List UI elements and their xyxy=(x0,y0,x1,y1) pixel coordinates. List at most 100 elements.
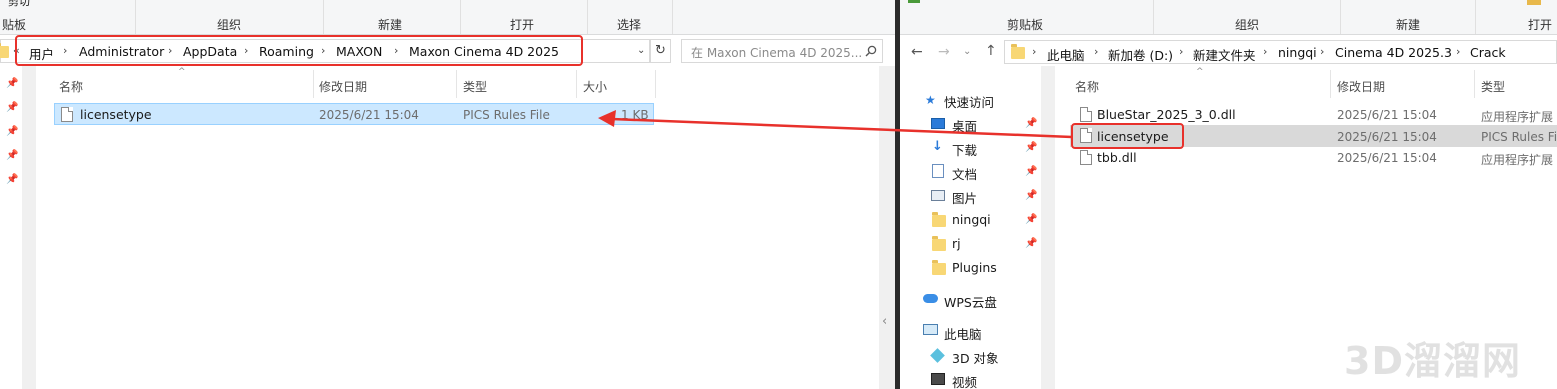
column-date[interactable]: 修改日期 xyxy=(1337,78,1385,95)
ribbon-group-clipboard: 贴板 xyxy=(2,18,27,32)
ribbon-group-clipboard: 剪贴板 xyxy=(1007,18,1044,32)
crumb-ningqi[interactable]: ningqi xyxy=(1278,45,1317,60)
table-row[interactable]: licensetype 2025/6/21 15:04 PICS Rules F… xyxy=(54,103,654,125)
table-row[interactable]: tbb.dll 2025/6/21 15:04 应用程序扩展 xyxy=(1070,147,1557,168)
ribbon-separator xyxy=(1475,0,1476,34)
drag-arrow xyxy=(598,110,1073,139)
crumb-crack[interactable]: Crack xyxy=(1470,45,1506,60)
sort-up-icon: ^ xyxy=(1196,67,1204,77)
left-search-box[interactable]: 在 Maxon Cinema 4D 2025... xyxy=(681,39,883,63)
pin-icon[interactable]: 📌 xyxy=(1025,166,1037,177)
left-refresh-button[interactable]: ↻ xyxy=(650,39,671,63)
nav-3d-objects[interactable]: 3D 对象 xyxy=(952,348,999,367)
computer-icon xyxy=(923,324,938,335)
refresh-icon: ↻ xyxy=(655,43,666,58)
paste-icon[interactable] xyxy=(908,0,920,3)
nav-videos[interactable]: 视频 xyxy=(952,372,977,389)
folder-icon xyxy=(0,43,9,58)
left-address-highlight xyxy=(15,35,583,66)
table-row[interactable]: BlueStar_2025_3_0.dll 2025/6/21 15:04 应用… xyxy=(1070,104,1557,125)
right-address-bar[interactable]: › 此电脑 › 新加卷 (D:) › 新建文件夹 › ningqi › Cine… xyxy=(1004,40,1557,64)
dll-file-icon xyxy=(1080,107,1092,122)
nav-ningqi[interactable]: ningqi xyxy=(952,212,991,227)
nav-wps-cloud[interactable]: WPS云盘 xyxy=(944,292,997,311)
chevron-left-icon[interactable]: ‹ xyxy=(882,314,887,329)
file-type: 应用程序扩展 xyxy=(1481,110,1554,124)
cloud-icon xyxy=(923,294,938,303)
file-type: PICS Rules File xyxy=(463,108,550,122)
ribbon-group-open: 打开 xyxy=(1528,18,1553,32)
column-divider[interactable] xyxy=(313,70,314,98)
column-divider[interactable] xyxy=(1330,70,1331,98)
documents-icon xyxy=(932,164,944,178)
up-arrow-icon[interactable]: ↑ xyxy=(985,43,997,59)
search-icon[interactable] xyxy=(865,45,877,57)
watermark: 3D溜溜网 xyxy=(1344,339,1521,383)
sort-up-icon: ^ xyxy=(178,67,186,77)
column-name[interactable]: 名称 xyxy=(59,78,83,95)
column-date[interactable]: 修改日期 xyxy=(319,78,367,95)
column-divider[interactable] xyxy=(1474,70,1475,98)
chevron-right-icon[interactable]: › xyxy=(1179,45,1183,58)
nav-pictures[interactable]: 图片 xyxy=(952,188,977,207)
folder-icon xyxy=(932,212,946,227)
left-ribbon-cut-label[interactable]: 剪切 xyxy=(8,0,30,9)
properties-icon[interactable] xyxy=(1527,0,1541,5)
file-icon xyxy=(61,107,73,122)
ribbon-separator xyxy=(135,0,136,34)
chevron-right-icon[interactable]: › xyxy=(1032,45,1036,58)
chevron-down-icon[interactable]: ⌄ xyxy=(637,45,645,56)
folder-icon xyxy=(932,236,946,251)
chevron-right-icon[interactable]: › xyxy=(1094,45,1098,58)
nav-this-pc[interactable]: 此电脑 xyxy=(944,324,982,343)
nav-plugins[interactable]: Plugins xyxy=(952,260,997,275)
pin-icon[interactable]: 📌 xyxy=(6,174,18,185)
crumb-cinema4d[interactable]: Cinema 4D 2025.3 xyxy=(1335,45,1452,60)
nav-documents[interactable]: 文档 xyxy=(952,164,977,183)
pin-icon[interactable]: 📌 xyxy=(6,126,18,137)
chevron-right-icon[interactable]: › xyxy=(1456,45,1460,58)
pin-icon[interactable]: 📌 xyxy=(6,78,18,89)
ribbon-group-organize: 组织 xyxy=(1235,18,1260,32)
file-name: BlueStar_2025_3_0.dll xyxy=(1097,107,1236,122)
left-ribbon: 剪切 贴板 组织 新建 打开 选择 xyxy=(0,0,895,35)
column-type[interactable]: 类型 xyxy=(1481,78,1505,95)
back-arrow-icon[interactable]: ← xyxy=(911,44,923,60)
crumb-drive-d[interactable]: 新加卷 (D:) xyxy=(1108,45,1173,64)
folder-icon xyxy=(932,260,946,275)
file-type: 应用程序扩展 xyxy=(1481,153,1554,167)
column-type[interactable]: 类型 xyxy=(463,78,487,95)
pin-icon[interactable]: 📌 xyxy=(1025,238,1037,249)
pin-icon[interactable]: 📌 xyxy=(6,102,18,113)
column-divider[interactable] xyxy=(456,70,457,98)
left-nav-pane: 📌 📌 📌 📌 📌 xyxy=(0,66,22,389)
ribbon-separator xyxy=(1153,0,1154,34)
column-name[interactable]: 名称 xyxy=(1075,78,1099,95)
ribbon-group-open: 打开 xyxy=(510,18,535,32)
ribbon-separator xyxy=(460,0,461,34)
ribbon-group-select: 选择 xyxy=(617,18,642,32)
crumb-new-folder[interactable]: 新建文件夹 xyxy=(1193,45,1256,64)
crumb-this-pc[interactable]: 此电脑 xyxy=(1047,45,1085,64)
chevron-right-icon[interactable]: › xyxy=(1263,45,1267,58)
nav-rj[interactable]: rj xyxy=(952,236,961,251)
column-divider[interactable] xyxy=(576,70,577,98)
forward-arrow-icon[interactable]: → xyxy=(938,44,950,60)
recent-locations-icon[interactable]: ⌄ xyxy=(963,46,971,57)
3d-objects-icon xyxy=(930,348,945,363)
ribbon-separator xyxy=(672,0,673,34)
ribbon-separator xyxy=(323,0,324,34)
pin-icon[interactable]: 📌 xyxy=(6,150,18,161)
ribbon-group-new: 新建 xyxy=(378,18,403,32)
left-nav-scrollbar[interactable] xyxy=(22,66,36,389)
right-ribbon: 剪贴板 组织 新建 打开 xyxy=(900,0,1557,35)
pin-icon[interactable]: 📌 xyxy=(1025,214,1037,225)
ribbon-group-organize: 组织 xyxy=(217,18,242,32)
file-date: 2025/6/21 15:04 xyxy=(319,108,419,122)
column-divider[interactable] xyxy=(655,70,656,98)
file-date: 2025/6/21 15:04 xyxy=(1337,151,1437,165)
chevron-right-icon[interactable]: › xyxy=(1320,45,1324,58)
pictures-icon xyxy=(931,190,945,201)
column-size[interactable]: 大小 xyxy=(583,78,607,95)
pin-icon[interactable]: 📌 xyxy=(1025,190,1037,201)
